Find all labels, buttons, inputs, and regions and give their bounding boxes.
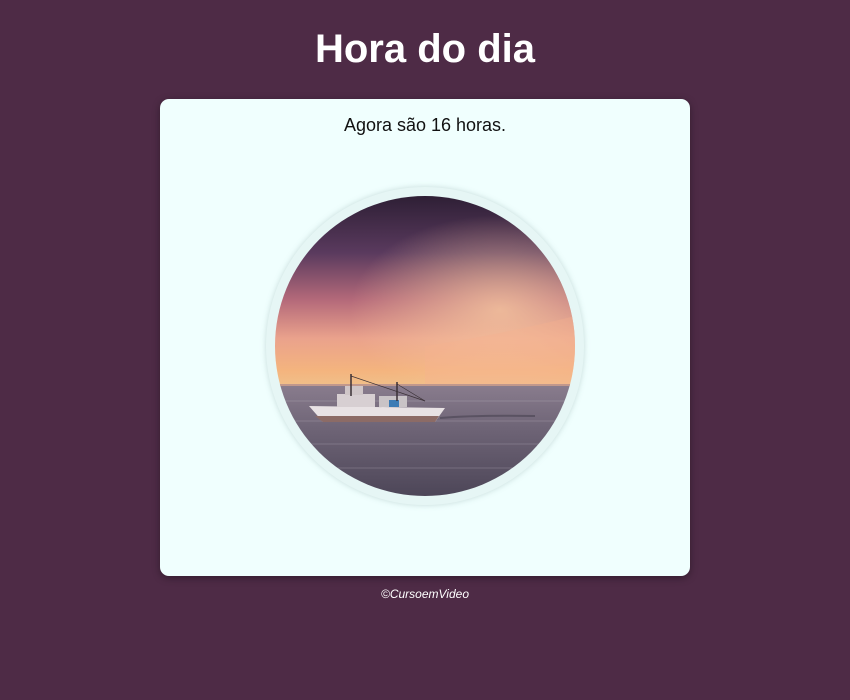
content-card: Agora são 16 horas. (160, 99, 690, 576)
photo-frame (266, 187, 584, 505)
page-title: Hora do dia (314, 27, 536, 71)
current-hour-message: Agora são 16 horas. (343, 115, 507, 135)
time-of-day-image (275, 196, 575, 496)
copyright-footer: ©CursoemVideo (381, 587, 469, 601)
sunset-boat-illustration (275, 196, 575, 496)
